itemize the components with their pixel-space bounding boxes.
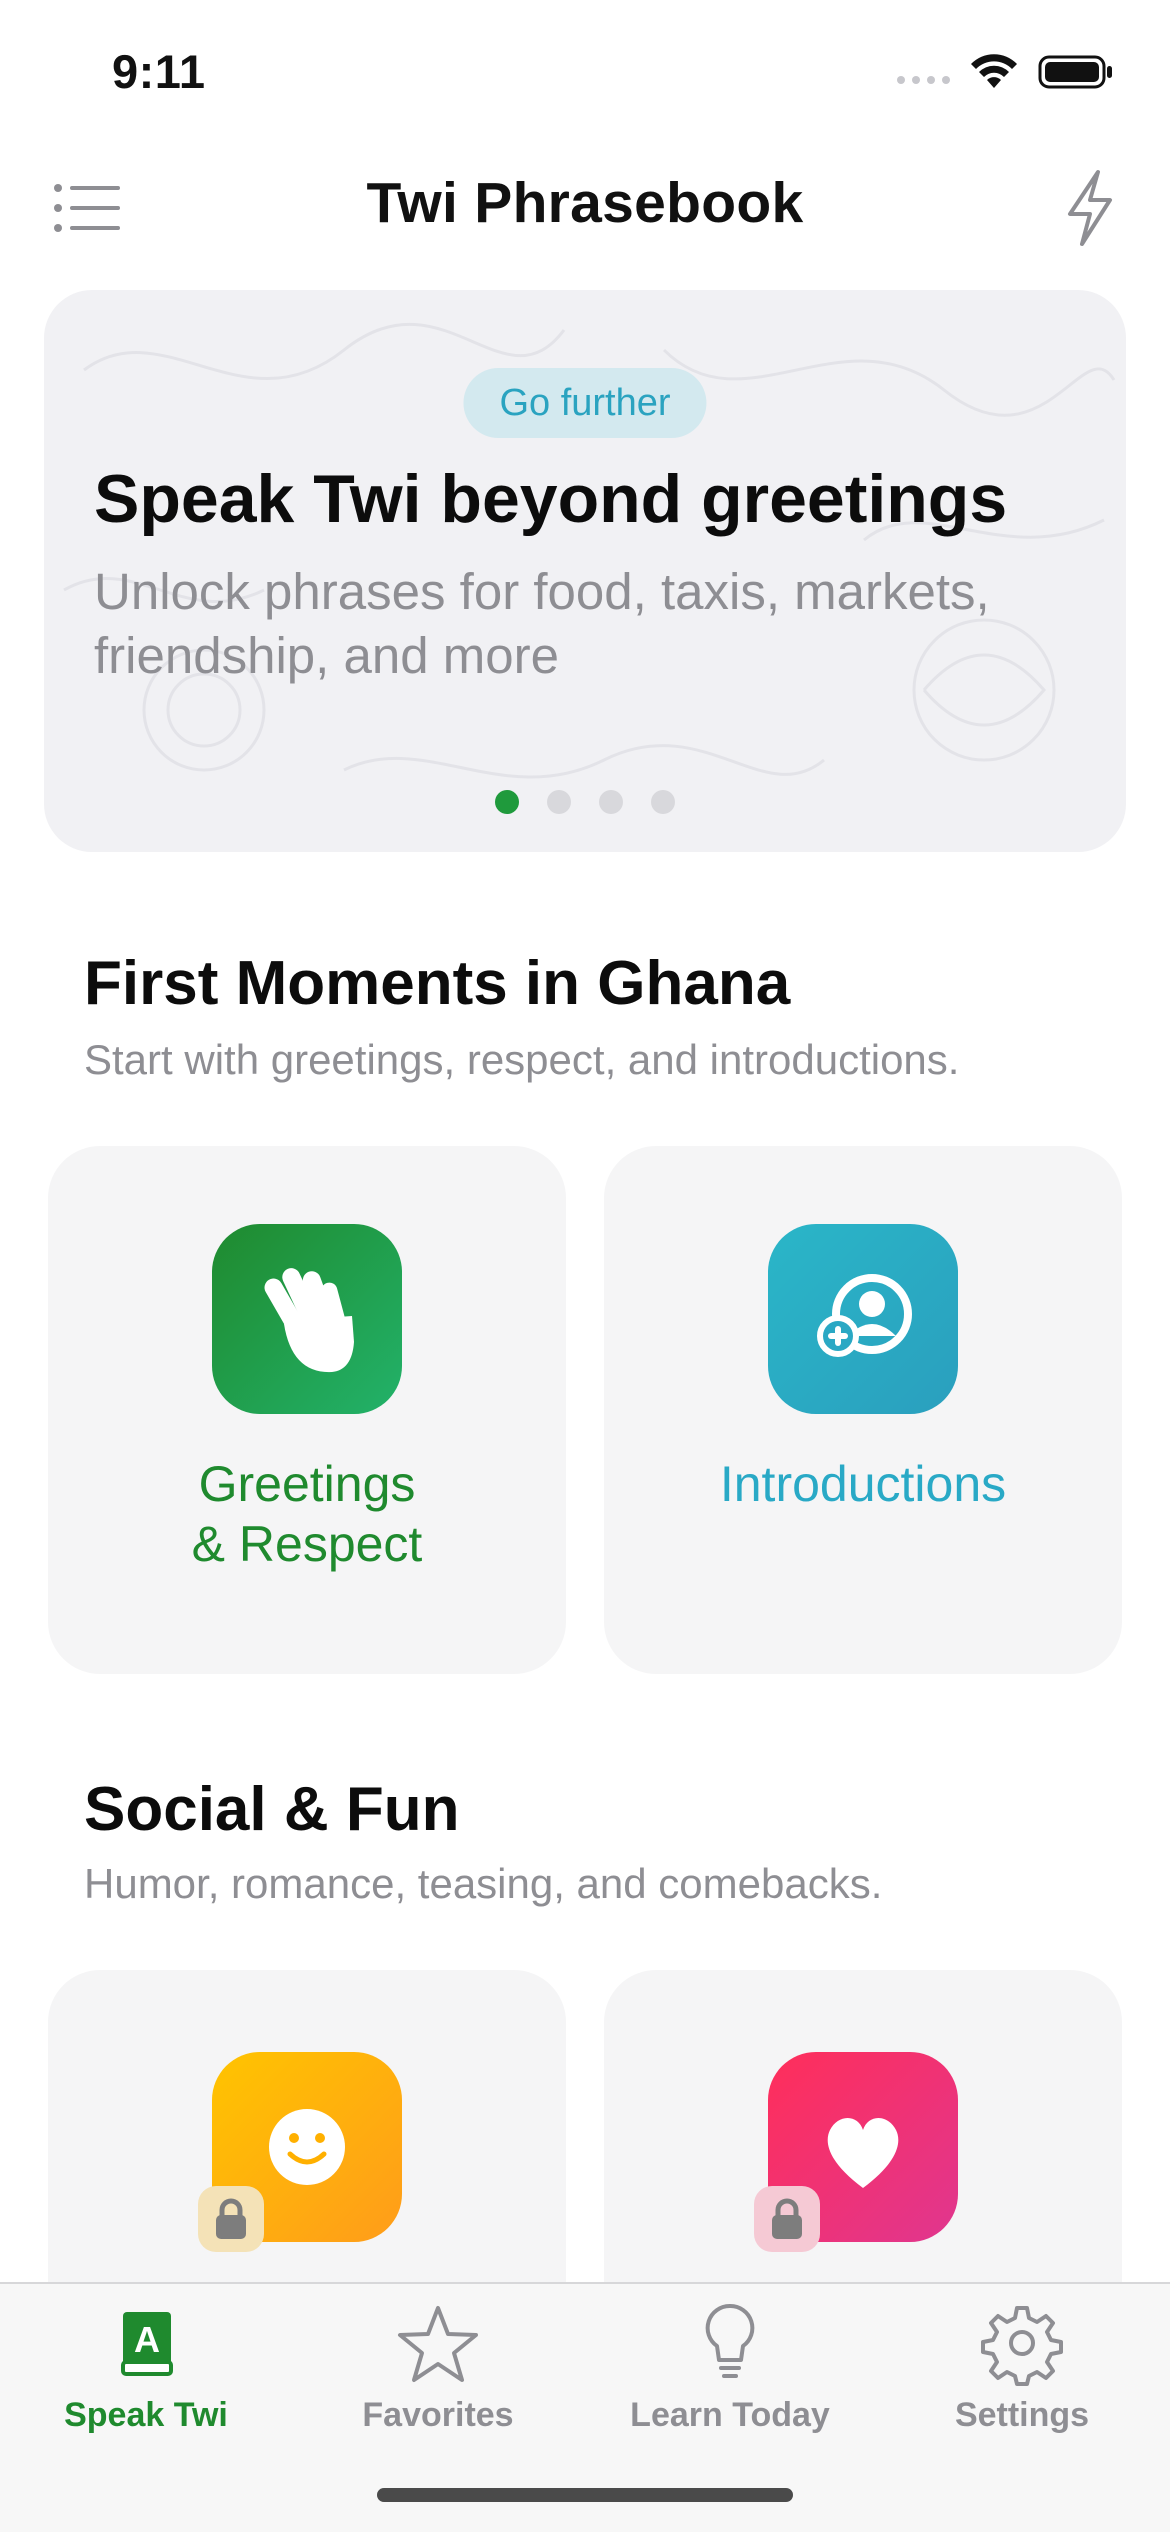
home-indicator xyxy=(377,2488,793,2502)
lock-icon xyxy=(754,2186,820,2252)
card-label-line: & Respect xyxy=(191,1516,423,1572)
page-indicator[interactable] xyxy=(44,790,1126,814)
category-card-greetings[interactable]: Greetings & Respect xyxy=(48,1146,566,1674)
gear-icon xyxy=(981,2306,1063,2386)
page-dot-3[interactable] xyxy=(599,790,623,814)
section-title: Social & Fun xyxy=(84,1775,460,1844)
tab-label: Settings xyxy=(954,2396,1090,2434)
tab-label: Learn Today xyxy=(630,2396,830,2434)
promo-banner[interactable]: Go further Speak Twi beyond greetings Un… xyxy=(44,290,1126,852)
page-dot-4[interactable] xyxy=(651,790,675,814)
tab-speak-twi[interactable]: A Speak Twi xyxy=(0,2298,292,2448)
card-label: Greetings & Respect xyxy=(48,1454,566,1574)
book-icon: A xyxy=(121,2312,173,2376)
status-icons xyxy=(897,54,1114,90)
promo-title: Speak Twi beyond greetings xyxy=(94,461,1008,537)
wifi-icon xyxy=(971,54,1017,88)
tab-label: Speak Twi xyxy=(64,2396,228,2434)
lock-icon xyxy=(198,2186,264,2252)
battery-icon xyxy=(1038,55,1112,89)
page-dot-1[interactable] xyxy=(495,790,519,814)
star-icon xyxy=(398,2306,478,2382)
tab-favorites[interactable]: Favorites xyxy=(292,2298,584,2448)
section-subtitle: Start with greetings, respect, and intro… xyxy=(84,1036,960,1083)
waving-hand-icon xyxy=(212,1224,402,1414)
tab-learn-today[interactable]: Learn Today xyxy=(584,2298,876,2448)
tab-settings[interactable]: Settings xyxy=(876,2298,1168,2448)
page-dot-2[interactable] xyxy=(547,790,571,814)
promo-badge: Go further xyxy=(463,368,707,438)
cellular-signal-icon xyxy=(897,60,950,84)
tab-label: Favorites xyxy=(362,2396,514,2434)
status-time: 9:11 xyxy=(112,45,206,98)
page-title: Twi Phrasebook xyxy=(366,171,804,235)
category-card-introductions[interactable]: Introductions xyxy=(604,1146,1122,1674)
card-label-line: Greetings xyxy=(198,1456,416,1512)
bolt-icon[interactable] xyxy=(1062,168,1118,248)
card-label-line: Introductions xyxy=(719,1456,1007,1512)
status-bar: 9:11 xyxy=(0,0,1170,150)
promo-subtitle: Unlock phrases for food, taxis, markets,… xyxy=(94,563,990,684)
person-add-icon xyxy=(768,1224,958,1414)
section-title: First Moments in Ghana xyxy=(84,949,791,1018)
card-label: Introductions xyxy=(604,1454,1122,1514)
svg-text:A: A xyxy=(134,2319,160,2360)
navigation-bar: Twi Phrasebook xyxy=(0,150,1170,280)
section-subtitle: Humor, romance, teasing, and comebacks. xyxy=(84,1860,883,1907)
lightbulb-icon xyxy=(705,2303,755,2378)
